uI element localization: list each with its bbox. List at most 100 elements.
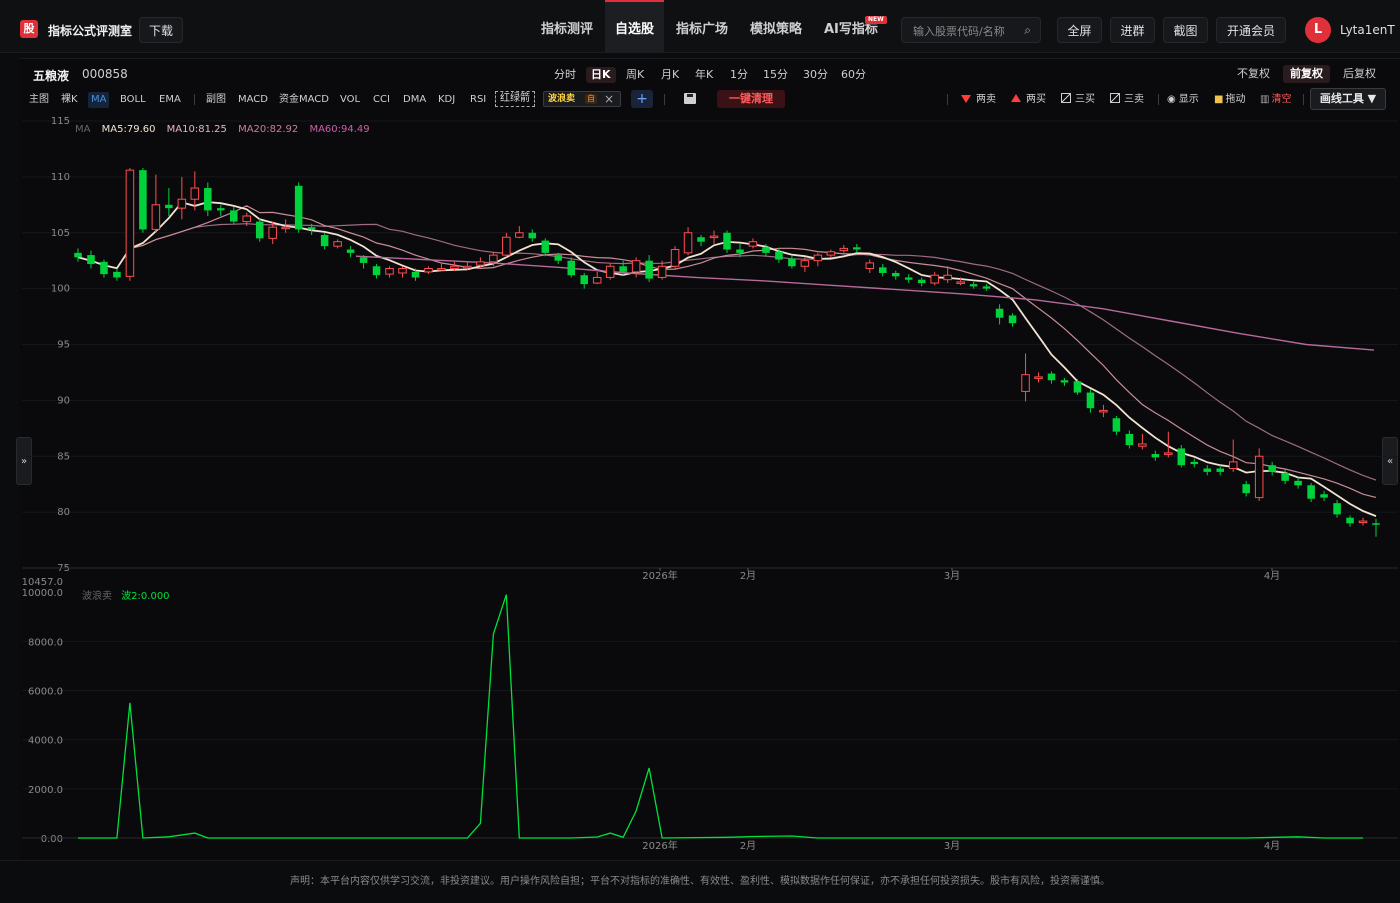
candle-body (294, 185, 303, 230)
candle-body (1099, 409, 1108, 413)
candle-body (1307, 485, 1315, 499)
candle-body (762, 247, 770, 253)
candle-body (1034, 376, 1043, 379)
sub-tick-label: 8000.0 (28, 637, 63, 648)
candle-body (113, 271, 121, 278)
candle-body (359, 257, 368, 263)
candle-body (813, 254, 823, 262)
candle-body (956, 281, 965, 284)
candle-body (1008, 315, 1017, 324)
candle-body (165, 204, 173, 209)
candle-body (307, 227, 316, 230)
candle-body (723, 232, 731, 250)
candle-body (528, 232, 537, 239)
sub-tick-label: 2000.0 (28, 785, 63, 796)
candle-body (476, 261, 485, 266)
candle-body (1060, 380, 1069, 383)
candle-body (619, 266, 627, 272)
price-tick-label: 80 (57, 507, 70, 518)
candle-body (982, 286, 991, 289)
candle-body (969, 284, 978, 287)
candle-body (670, 249, 680, 267)
ma20-value: MA20:82.92 (238, 124, 299, 135)
candle-body (995, 308, 1004, 318)
candle-body (800, 260, 810, 267)
candle-body (1358, 520, 1368, 524)
candle-body (1346, 517, 1354, 524)
sub-date-tick-label: 2026年 (642, 839, 677, 852)
sub-date-tick-label: 2月 (740, 840, 756, 852)
candle-body (1190, 461, 1199, 465)
candle-body (554, 255, 563, 261)
candle-body (917, 279, 926, 284)
ma60-value: MA60:94.49 (309, 124, 370, 135)
candle-body (1294, 480, 1302, 486)
candle-body (125, 169, 135, 277)
disclaimer-footer: 声明：本平台内容仅供学习交流，非投资建议。用户操作风险自担；平台不对指标的准确性… (0, 860, 1400, 901)
candle-body (411, 271, 420, 278)
candle-body (424, 268, 433, 273)
candle-body (502, 236, 511, 256)
date-tick-label: 3月 (944, 570, 960, 582)
candle-body (1086, 392, 1095, 409)
candle-body (229, 210, 238, 222)
candle-body (217, 208, 225, 211)
candle-body (826, 251, 836, 256)
candle-body (1047, 373, 1056, 381)
candle-body (878, 267, 887, 273)
candle-body (1112, 418, 1121, 432)
candle-body (1333, 503, 1341, 515)
candles (74, 167, 1380, 537)
ma60-line (355, 255, 1375, 351)
candle-body (385, 268, 394, 275)
candle-body (930, 274, 939, 284)
candle-body (605, 265, 615, 278)
sub-tick-label: 6000.0 (28, 687, 63, 698)
candle-body (333, 241, 342, 247)
candle-body (515, 232, 524, 238)
price-tick-label: 100 (51, 284, 70, 295)
candle-body (1242, 484, 1250, 494)
candle-body (1177, 448, 1186, 466)
wave-sell-line (78, 594, 1363, 839)
candle-body (1021, 374, 1030, 392)
candle-body (541, 240, 550, 253)
candle-body (592, 276, 602, 284)
ma-legend: MA MA5:79.60 MA10:81.25 MA20:82.92 MA60:… (75, 124, 378, 135)
candle-body (255, 221, 264, 239)
sub-tick-label: 10000.0 (22, 588, 63, 599)
candle-body (709, 235, 719, 239)
candle-body (1268, 465, 1276, 472)
sub-date-tick-label: 4月 (1264, 840, 1280, 852)
candle-body (450, 265, 459, 270)
candle-body (1151, 454, 1160, 458)
candle-body (1203, 468, 1212, 472)
candle-body (320, 234, 329, 247)
candle-body (839, 247, 849, 252)
price-tick-label: 115 (51, 116, 70, 127)
candle-body (683, 232, 693, 254)
candle-body (463, 265, 472, 269)
price-tick-label: 95 (57, 340, 70, 351)
date-tick-label: 2月 (740, 570, 756, 582)
candle-body (904, 277, 913, 280)
candle-body (736, 249, 744, 253)
sub-chart (78, 594, 1363, 839)
candle-body (87, 255, 95, 265)
candle-body (281, 226, 290, 230)
ma-legend-prefix: MA (75, 124, 91, 135)
candle-body (1138, 443, 1147, 447)
sub-tick-label: 10457.0 (22, 577, 63, 588)
candle-body (1164, 452, 1173, 455)
candle-body (489, 254, 498, 263)
candle-body (242, 215, 252, 223)
candle-body (190, 187, 200, 200)
chart-grid (22, 120, 1398, 839)
ma20-line (77, 223, 1377, 481)
candle-body (372, 266, 381, 276)
date-tick-label: 4月 (1264, 570, 1280, 582)
candle-body (788, 258, 796, 267)
candle-body (567, 260, 576, 276)
candle-body (1254, 455, 1264, 499)
price-tick-label: 105 (51, 228, 70, 239)
